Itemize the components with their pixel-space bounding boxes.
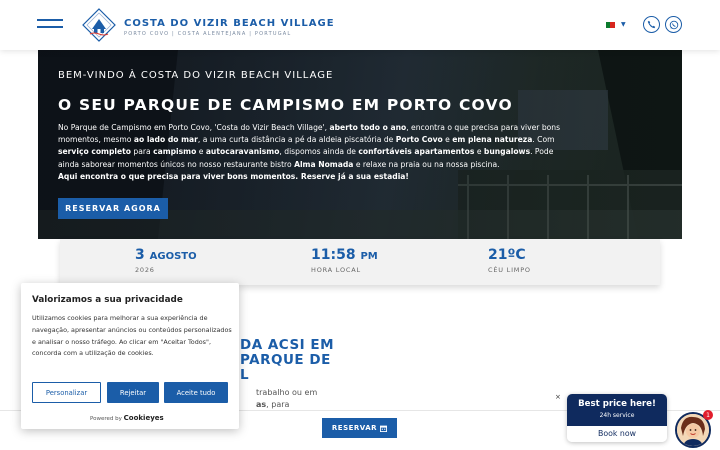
reserve-now-button[interactable]: RESERVAR AGORA [58,198,168,219]
phone-icon [647,20,656,29]
hero-description: No Parque de Campismo em Porto Covo, 'Co… [58,123,561,181]
cookie-title: Valorizamos a sua privacidade [32,295,183,305]
portugal-flag-icon [606,21,615,28]
weather-info: 21ºC CÉU LIMPO [488,247,531,274]
time-label: HORA LOCAL [311,266,361,274]
local-time: 11:58 [311,247,356,263]
cookie-text: Utilizamos cookies para melhorar a sua e… [32,314,232,358]
whatsapp-icon [669,20,678,29]
cookie-powered-by[interactable]: Powered by Cookieyes [90,414,164,422]
bottom-reserve-button[interactable]: RESERVAR [322,418,397,438]
cookie-consent-banner: Valorizamos a sua privacidade Utilizamos… [21,283,239,429]
info-bar: 3 AGOSTO 2026 11:58 PM HORA LOCAL 21ºC C… [60,239,660,285]
language-selector[interactable]: ▼ [606,21,626,28]
section-text: trabalho ou em as, para [256,388,318,409]
hero-title: O SEU PARQUE DE CAMPISMO EM PORTO COVO [58,96,513,114]
time-info: 11:58 PM HORA LOCAL [311,247,378,274]
time-period: PM [360,251,378,262]
hero-banner: BEM-VINDO À COSTA DO VIZIR BEACH VILLAGE… [38,50,682,239]
best-price-widget[interactable]: Best price here! 24h service Book now [567,394,667,442]
phone-button[interactable] [643,16,660,33]
section-title: DA ACSI EM PARQUE DE L [240,337,335,383]
hero-welcome: BEM-VINDO À COSTA DO VIZIR BEACH VILLAGE [58,70,334,81]
logo-icon[interactable] [82,8,116,42]
cookie-accept-button[interactable]: Aceite tudo [164,382,228,403]
cookie-customize-button[interactable]: Personalizar [32,382,101,403]
date-day: 3 [135,247,145,263]
site-header: COSTA DO VIZIR BEACH VILLAGE PORTO COVO … [0,0,720,50]
notification-badge: 1 [703,410,713,420]
brand-tagline: PORTO COVO | COSTA ALENTEJANA | PORTUGAL [124,31,292,37]
date-info: 3 AGOSTO 2026 [135,247,197,274]
chevron-down-icon: ▼ [621,21,626,28]
calendar-icon [380,425,388,432]
whatsapp-button[interactable] [665,16,682,33]
best-price-subtitle: 24h service [599,412,635,419]
close-icon[interactable]: × [555,393,561,401]
book-now-button[interactable]: Book now [567,426,667,442]
date-month: AGOSTO [149,251,197,262]
menu-icon[interactable] [37,19,63,31]
cookie-reject-button[interactable]: Rejeitar [107,382,159,403]
temperature: 21ºC [488,247,526,263]
best-price-title: Best price here! [578,399,656,409]
weather-label: CÉU LIMPO [488,266,531,274]
date-year: 2026 [135,266,155,274]
brand-name[interactable]: COSTA DO VIZIR BEACH VILLAGE [124,18,335,29]
